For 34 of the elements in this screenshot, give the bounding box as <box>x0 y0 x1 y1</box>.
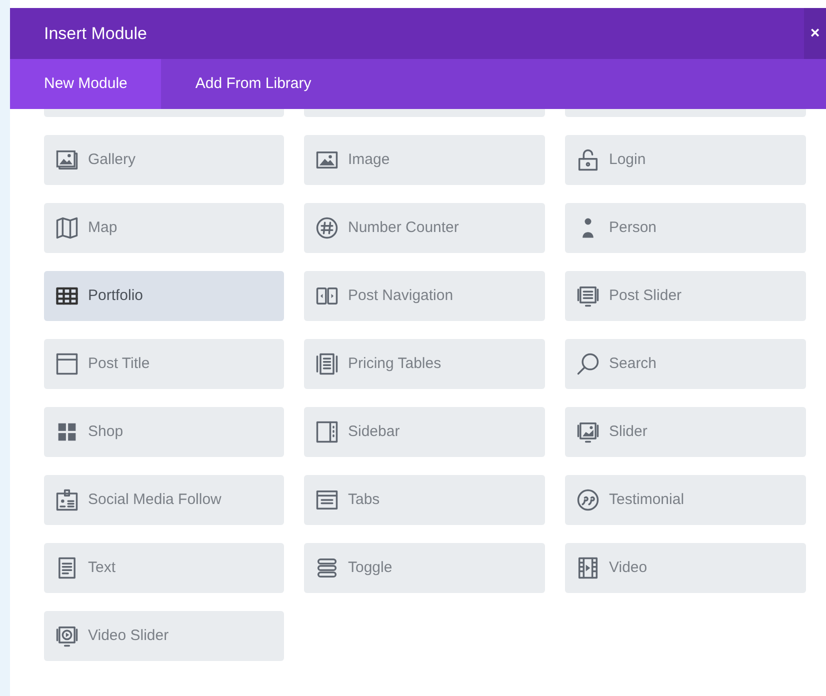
module-button[interactable]: Post Slider <box>565 271 806 321</box>
window-icon <box>54 351 80 377</box>
hash-icon <box>314 215 340 241</box>
map-icon <box>54 215 80 241</box>
search-icon <box>575 351 601 377</box>
module-button[interactable]: Social Media Follow <box>44 475 284 525</box>
tab[interactable]: Add From Library <box>161 59 346 109</box>
module-button[interactable]: Person <box>565 203 806 253</box>
quote-icon <box>575 487 601 513</box>
module-button[interactable]: Text <box>44 543 284 593</box>
tab[interactable]: New Module <box>10 59 162 109</box>
module-button[interactable]: Post Navigation <box>304 271 545 321</box>
module-button[interactable]: Testimonial <box>565 475 806 525</box>
module-button[interactable]: Login <box>565 135 806 185</box>
module-button[interactable]: Image <box>304 135 545 185</box>
module-button[interactable]: Slider <box>565 407 806 457</box>
module-button[interactable]: Shop <box>44 407 284 457</box>
module-button[interactable]: Search <box>565 339 806 389</box>
module-button[interactable]: Gallery <box>44 135 284 185</box>
modal-title: Insert Module <box>43 22 147 45</box>
id-card-icon <box>54 487 80 513</box>
module-button[interactable]: Sidebar <box>304 407 545 457</box>
module-button[interactable]: Number Counter <box>304 203 545 253</box>
module-button[interactable]: Video Slider <box>44 611 284 661</box>
module-button[interactable]: Video <box>565 543 806 593</box>
module-button[interactable]: Toggle <box>304 543 545 593</box>
module-button[interactable]: Portfolio <box>44 271 284 321</box>
columns-icon <box>314 351 340 377</box>
module-button[interactable]: Post Title <box>44 339 284 389</box>
close-button[interactable]: × <box>804 8 826 59</box>
module-button[interactable]: Pricing Tables <box>304 339 545 389</box>
module-button[interactable]: Tabs <box>304 475 545 525</box>
sidebar-icon <box>314 419 340 445</box>
module-button[interactable]: Map <box>44 203 284 253</box>
